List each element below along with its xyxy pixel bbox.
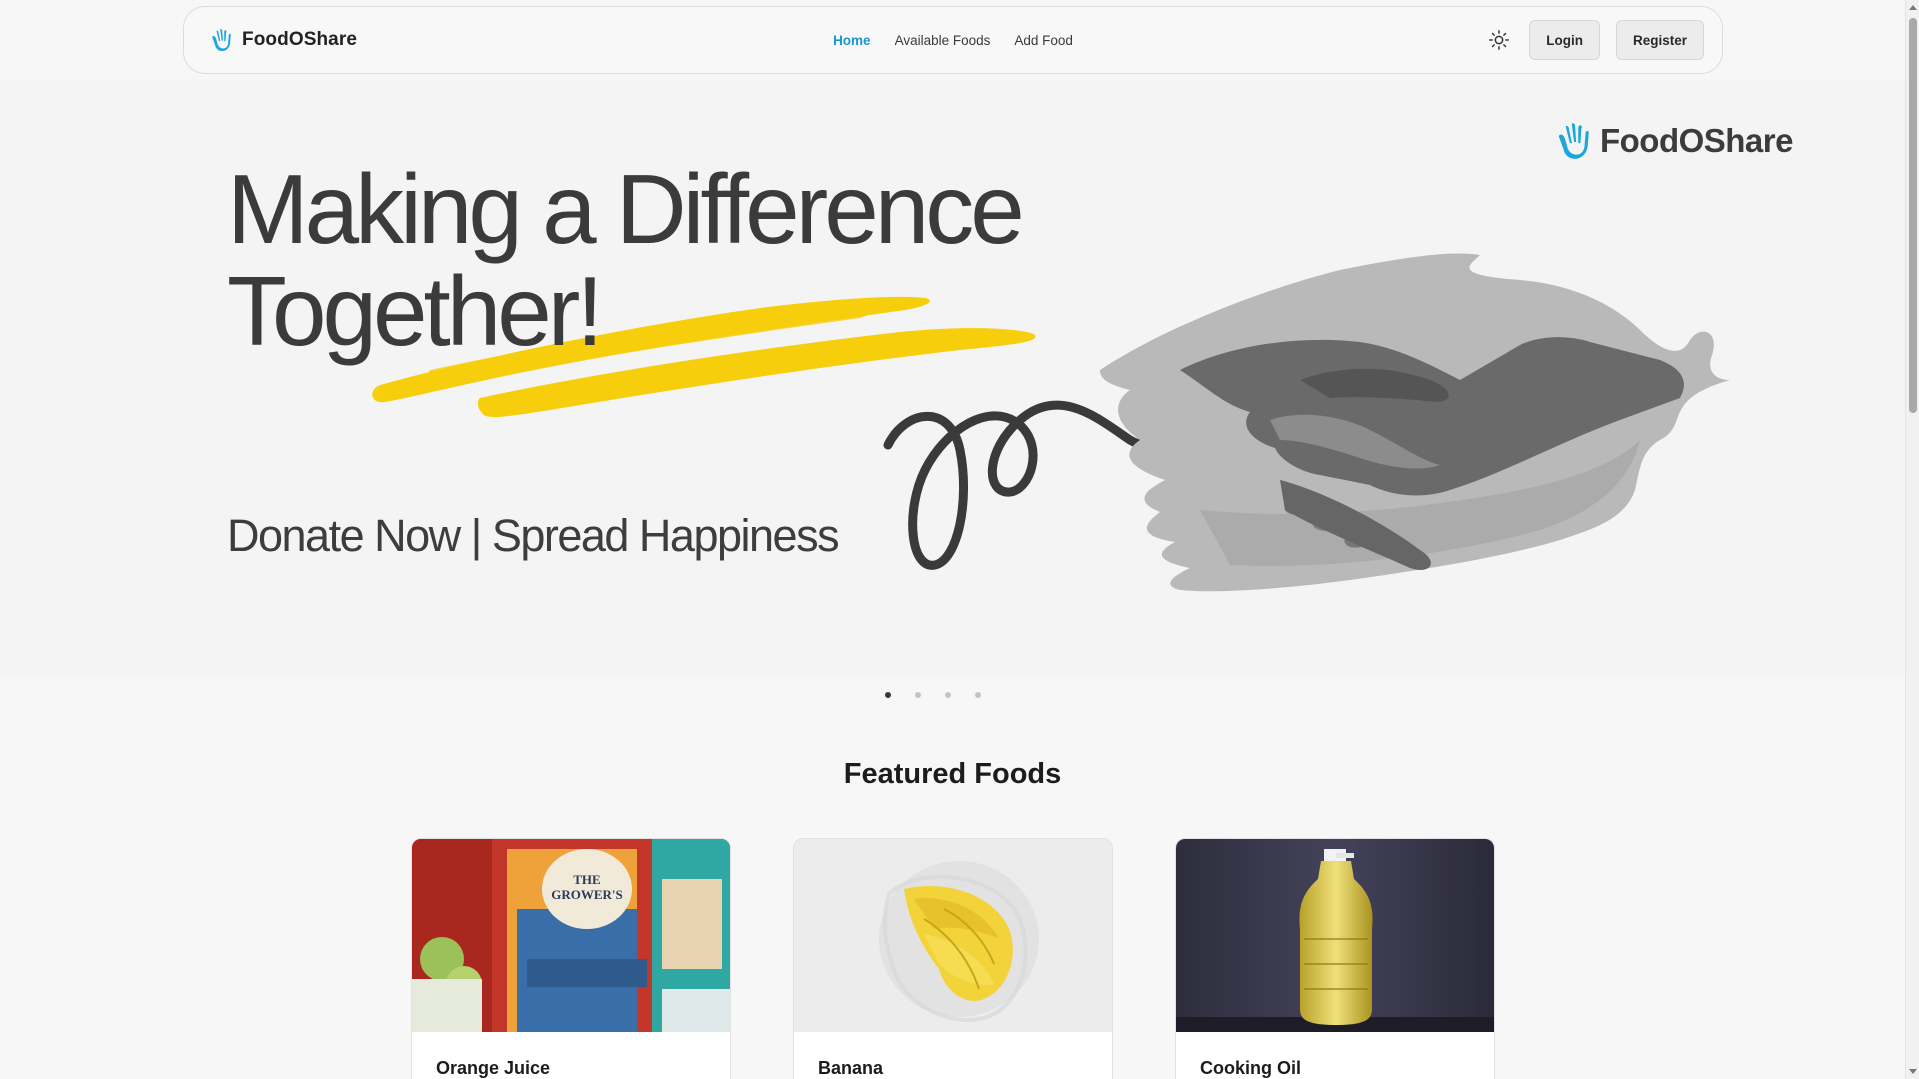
food-card-title: Orange Juice: [436, 1058, 551, 1078]
food-card[interactable]: THE GROWER'S Orange Juice: [411, 838, 731, 1079]
hand-logo-icon: [212, 28, 231, 52]
brand[interactable]: FoodOShare: [208, 27, 357, 53]
carousel-pagination: [0, 692, 1905, 698]
carousel-dot-3[interactable]: [944, 692, 951, 698]
nav-actions: Login Register: [1485, 20, 1704, 60]
orange-juice-carton-image: THE GROWER'S: [412, 839, 730, 1032]
carousel-dot-1[interactable]: [884, 692, 891, 698]
scroll-up-arrow-icon[interactable]: [1909, 5, 1917, 10]
brand-name: FoodOShare: [242, 29, 358, 50]
scroll-down-arrow-icon[interactable]: [1909, 1069, 1917, 1074]
carousel-dot-4[interactable]: [974, 692, 981, 698]
hero-carousel-slide: FoodOShare Making a Difference Together!…: [0, 80, 1905, 676]
hero-title-line-2: Together!: [227, 256, 604, 366]
hero-title: Making a Difference Together!: [227, 154, 1025, 366]
hero-title-line-1: Making a Difference: [227, 154, 1025, 264]
theme-toggle[interactable]: [1485, 26, 1513, 54]
scrollbar-thumb[interactable]: [1909, 18, 1917, 413]
cooking-oil-bottle-image: [1176, 839, 1494, 1032]
food-card[interactable]: Cooking Oil: [1175, 838, 1495, 1079]
banana-bunch-image: [794, 839, 1112, 1032]
login-button[interactable]: Login: [1529, 20, 1600, 60]
svg-text:THE: THE: [573, 872, 600, 887]
nav-link-home[interactable]: Home: [833, 33, 871, 48]
register-button[interactable]: Register: [1615, 20, 1704, 60]
page-scrollbar[interactable]: [1905, 0, 1919, 1079]
sun-icon: [1489, 30, 1510, 50]
food-card-title: Banana: [818, 1058, 884, 1078]
food-card-title: Cooking Oil: [1200, 1058, 1301, 1078]
featured-foods-heading: Featured Foods: [843, 758, 1062, 790]
nav-link-available-foods[interactable]: Available Foods: [895, 33, 991, 48]
nav-link-add-food[interactable]: Add Food: [1014, 33, 1073, 48]
carousel-dot-2[interactable]: [914, 692, 921, 698]
hero-subtitle: Donate Now | Spread Happiness: [227, 510, 840, 561]
navbar: FoodOShare Home Available Foods Add Food…: [183, 6, 1723, 74]
featured-foods-list: THE GROWER'S Orange Juice Banana Cooking…: [411, 838, 1495, 1079]
food-card[interactable]: Banana: [793, 838, 1113, 1079]
svg-text:GROWER'S: GROWER'S: [551, 887, 623, 902]
